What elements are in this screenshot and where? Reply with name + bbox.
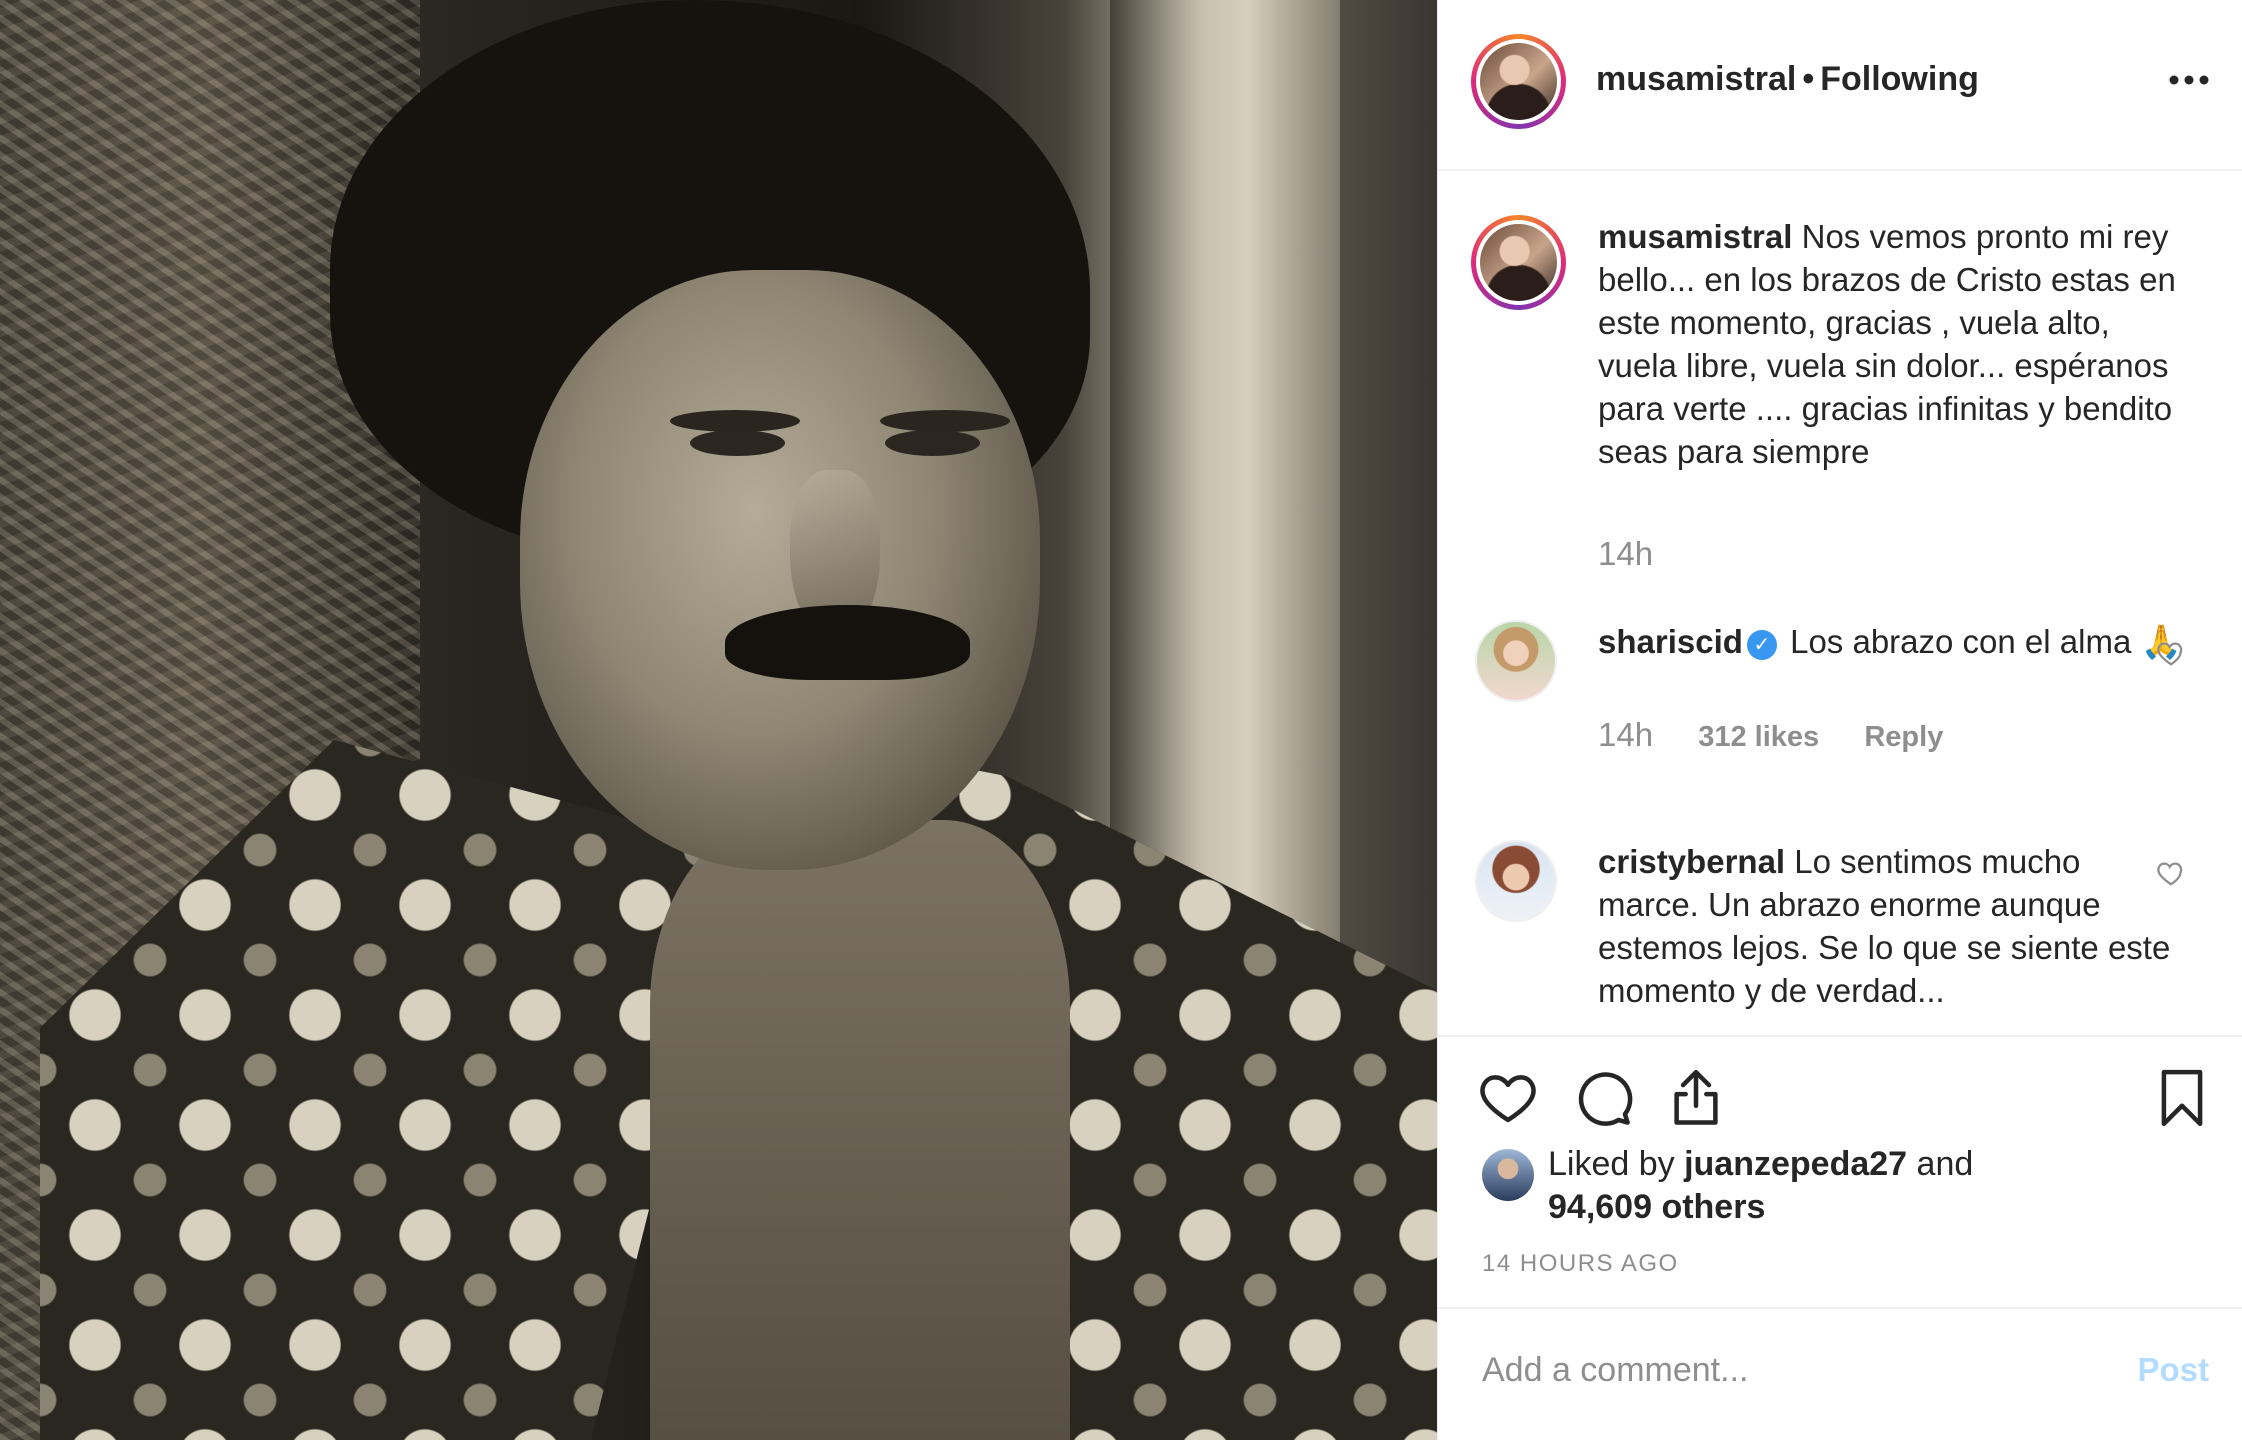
comment-meta: 14h 312 likes Reply <box>1598 716 1979 754</box>
add-comment-input[interactable]: Add a comment... <box>1482 1351 1748 1390</box>
comment-likes[interactable]: 312 likes <box>1698 721 1819 753</box>
photo-right-eye <box>885 430 980 456</box>
post-photo[interactable] <box>0 0 1437 1440</box>
caption-meta: 14h <box>1598 535 1689 573</box>
liked-by-prefix: Liked by <box>1548 1145 1675 1183</box>
post-sidebar: musamistral • Following musamistral Nos ve… <box>1437 0 2242 1440</box>
photo-right-brow <box>880 410 1010 432</box>
bookmark-icon[interactable] <box>2151 1067 2213 1129</box>
share-icon[interactable] <box>1665 1067 1727 1129</box>
comment-body: Los abrazo con el alma 🙏 <box>1790 623 2182 660</box>
author-line: musamistral • Following <box>1596 60 1979 99</box>
photo-face <box>520 270 1040 870</box>
heart-icon[interactable] <box>1477 1067 1539 1129</box>
comment-username[interactable]: cristybernal <box>1598 843 1785 880</box>
caption-time[interactable]: 14h <box>1598 535 1653 572</box>
author-username[interactable]: musamistral <box>1596 60 1796 98</box>
add-comment-bar: Add a comment... Post <box>1438 1307 2242 1440</box>
comments-list[interactable]: musamistral Nos vemos pronto mi rey bell… <box>1438 173 2242 1035</box>
photo-left-brow <box>670 410 800 432</box>
post-timestamp[interactable]: 14 HOURS AGO <box>1482 1250 1679 1278</box>
comment-text: shariscid ✓ Los abrazo con el alma 🙏 <box>1598 620 2188 663</box>
comment-text: cristybernal Lo sentimos mucho marce. Un… <box>1598 840 2188 1012</box>
photo-left-eye <box>690 430 785 456</box>
author-avatar[interactable] <box>1471 34 1566 129</box>
comment-like-heart-icon[interactable] <box>2156 858 2186 888</box>
more-horizontal-icon[interactable] <box>2169 58 2209 88</box>
verified-badge-icon: ✓ <box>1746 630 1777 660</box>
comment-username[interactable]: shariscid <box>1598 623 1743 660</box>
post-header: musamistral • Following <box>1438 0 2242 171</box>
likes-summary: Liked by juanzepeda27 and 94,609 others <box>1548 1143 2148 1229</box>
reply-button[interactable]: Reply <box>1864 721 1943 753</box>
caption-text: musamistral Nos vemos pronto mi rey bell… <box>1598 215 2188 473</box>
likes-others-count[interactable]: 94,609 others <box>1548 1188 1765 1226</box>
caption-username[interactable]: musamistral <box>1598 218 1792 255</box>
liker-avatar[interactable] <box>1482 1149 1534 1201</box>
post-comment-button[interactable]: Post <box>2137 1351 2209 1389</box>
photo-chest <box>650 820 1070 1440</box>
liked-and: and <box>1916 1145 1974 1183</box>
comment-avatar[interactable] <box>1475 620 1557 702</box>
comment-time[interactable]: 14h <box>1598 716 1653 753</box>
post-actions: Liked by juanzepeda27 and 94,609 others … <box>1438 1035 2242 1440</box>
liker-username[interactable]: juanzepeda27 <box>1684 1145 1907 1183</box>
caption-avatar[interactable] <box>1471 215 1566 310</box>
following-button[interactable]: Following <box>1820 60 1979 98</box>
photo-mustache <box>725 605 970 680</box>
comment-bubble-icon[interactable] <box>1572 1067 1634 1129</box>
caption-body: Nos vemos pronto mi rey bello... en los … <box>1598 218 2176 470</box>
comment-like-heart-icon[interactable] <box>2156 638 2186 668</box>
separator-dot: • <box>1802 60 1815 98</box>
comment-avatar[interactable] <box>1475 840 1557 922</box>
